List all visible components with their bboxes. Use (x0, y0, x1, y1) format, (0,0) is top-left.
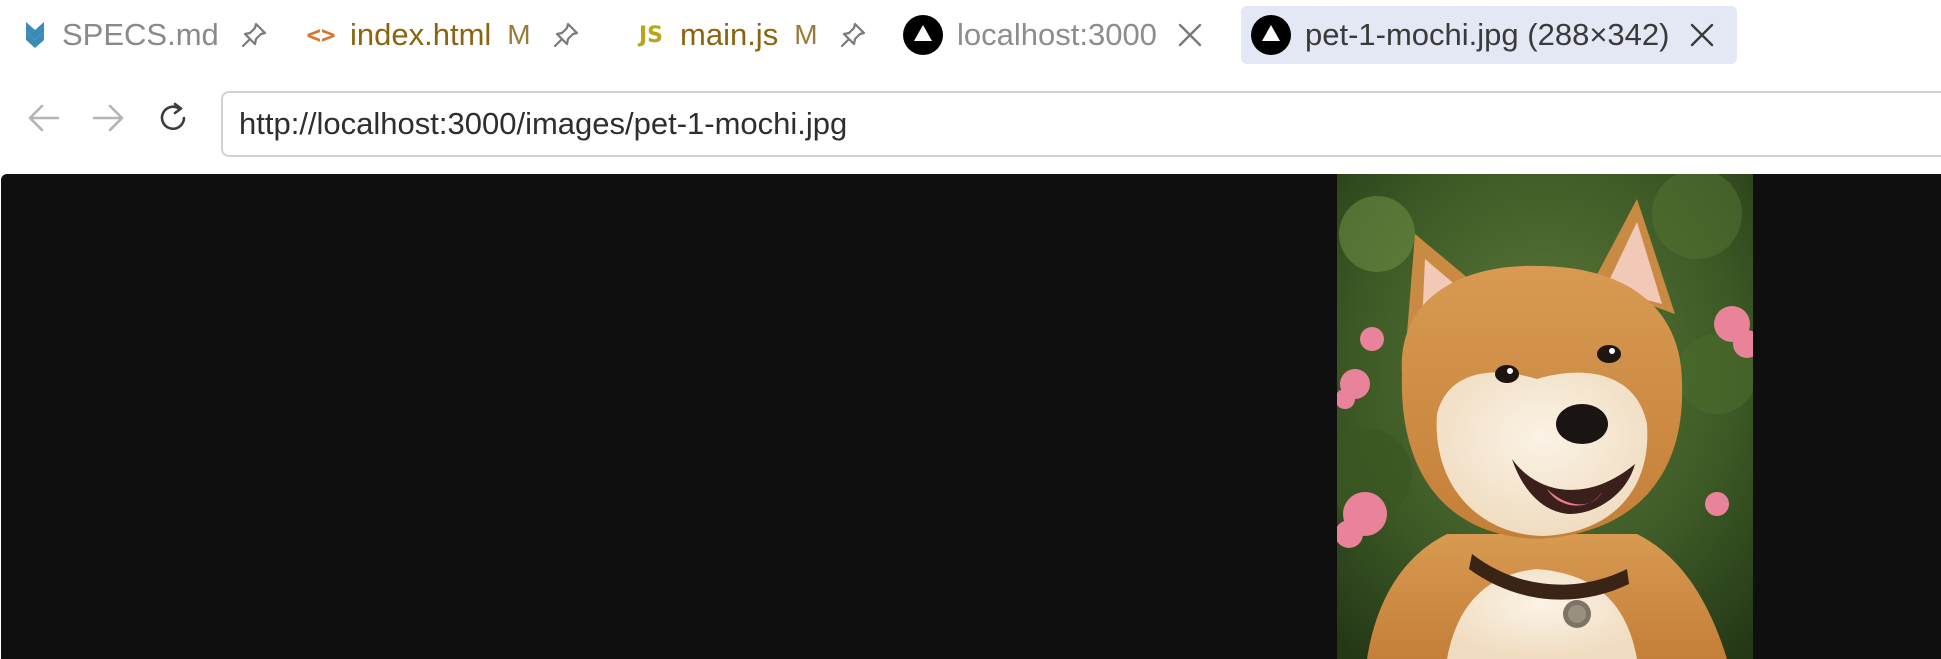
back-button[interactable] (22, 96, 66, 140)
tab-label: localhost:3000 (957, 17, 1157, 52)
tab-main-js[interactable]: JS main.js M (636, 6, 868, 64)
tab-bar: SPECS.md <> index.html M JS main.js M lo… (0, 0, 1941, 76)
tab-specs-md[interactable]: SPECS.md (22, 6, 269, 64)
shiba-inu-photo (1337, 174, 1753, 659)
pin-icon[interactable] (838, 20, 868, 50)
markdown-download-icon (22, 20, 48, 50)
navigation-bar: http://localhost:3000/images/pet-1-mochi… (0, 76, 1941, 172)
reload-icon (160, 102, 186, 131)
close-icon[interactable] (1689, 22, 1715, 48)
modified-badge: M (507, 19, 531, 50)
browser-triangle-icon (1251, 15, 1291, 55)
modified-badge: M (794, 19, 818, 50)
pin-icon[interactable] (239, 20, 269, 50)
forward-button[interactable] (86, 96, 130, 140)
url-text[interactable]: http://localhost:3000/images/pet-1-mochi… (239, 106, 847, 142)
tab-image-active[interactable]: pet-1-mochi.jpg (288×342) (1241, 6, 1738, 64)
html-code-icon: <> (306, 21, 336, 49)
tab-label: index.html (350, 17, 492, 52)
reload-button[interactable] (151, 96, 195, 140)
arrow-left-icon (28, 104, 60, 132)
tab-index-html[interactable]: <> index.html M (306, 6, 581, 64)
tab-label: pet-1-mochi.jpg (288×342) (1305, 17, 1670, 52)
arrow-right-icon (92, 104, 124, 132)
tab-localhost[interactable]: localhost:3000 (903, 6, 1203, 64)
image-viewer (1, 174, 1941, 659)
tab-label: main.js (680, 17, 779, 52)
browser-triangle-icon (903, 15, 943, 55)
javascript-icon: JS (638, 22, 664, 48)
pin-icon[interactable] (551, 20, 581, 50)
tab-label: SPECS.md (62, 17, 219, 52)
close-icon[interactable] (1177, 22, 1203, 48)
address-bar[interactable]: http://localhost:3000/images/pet-1-mochi… (221, 91, 1941, 157)
